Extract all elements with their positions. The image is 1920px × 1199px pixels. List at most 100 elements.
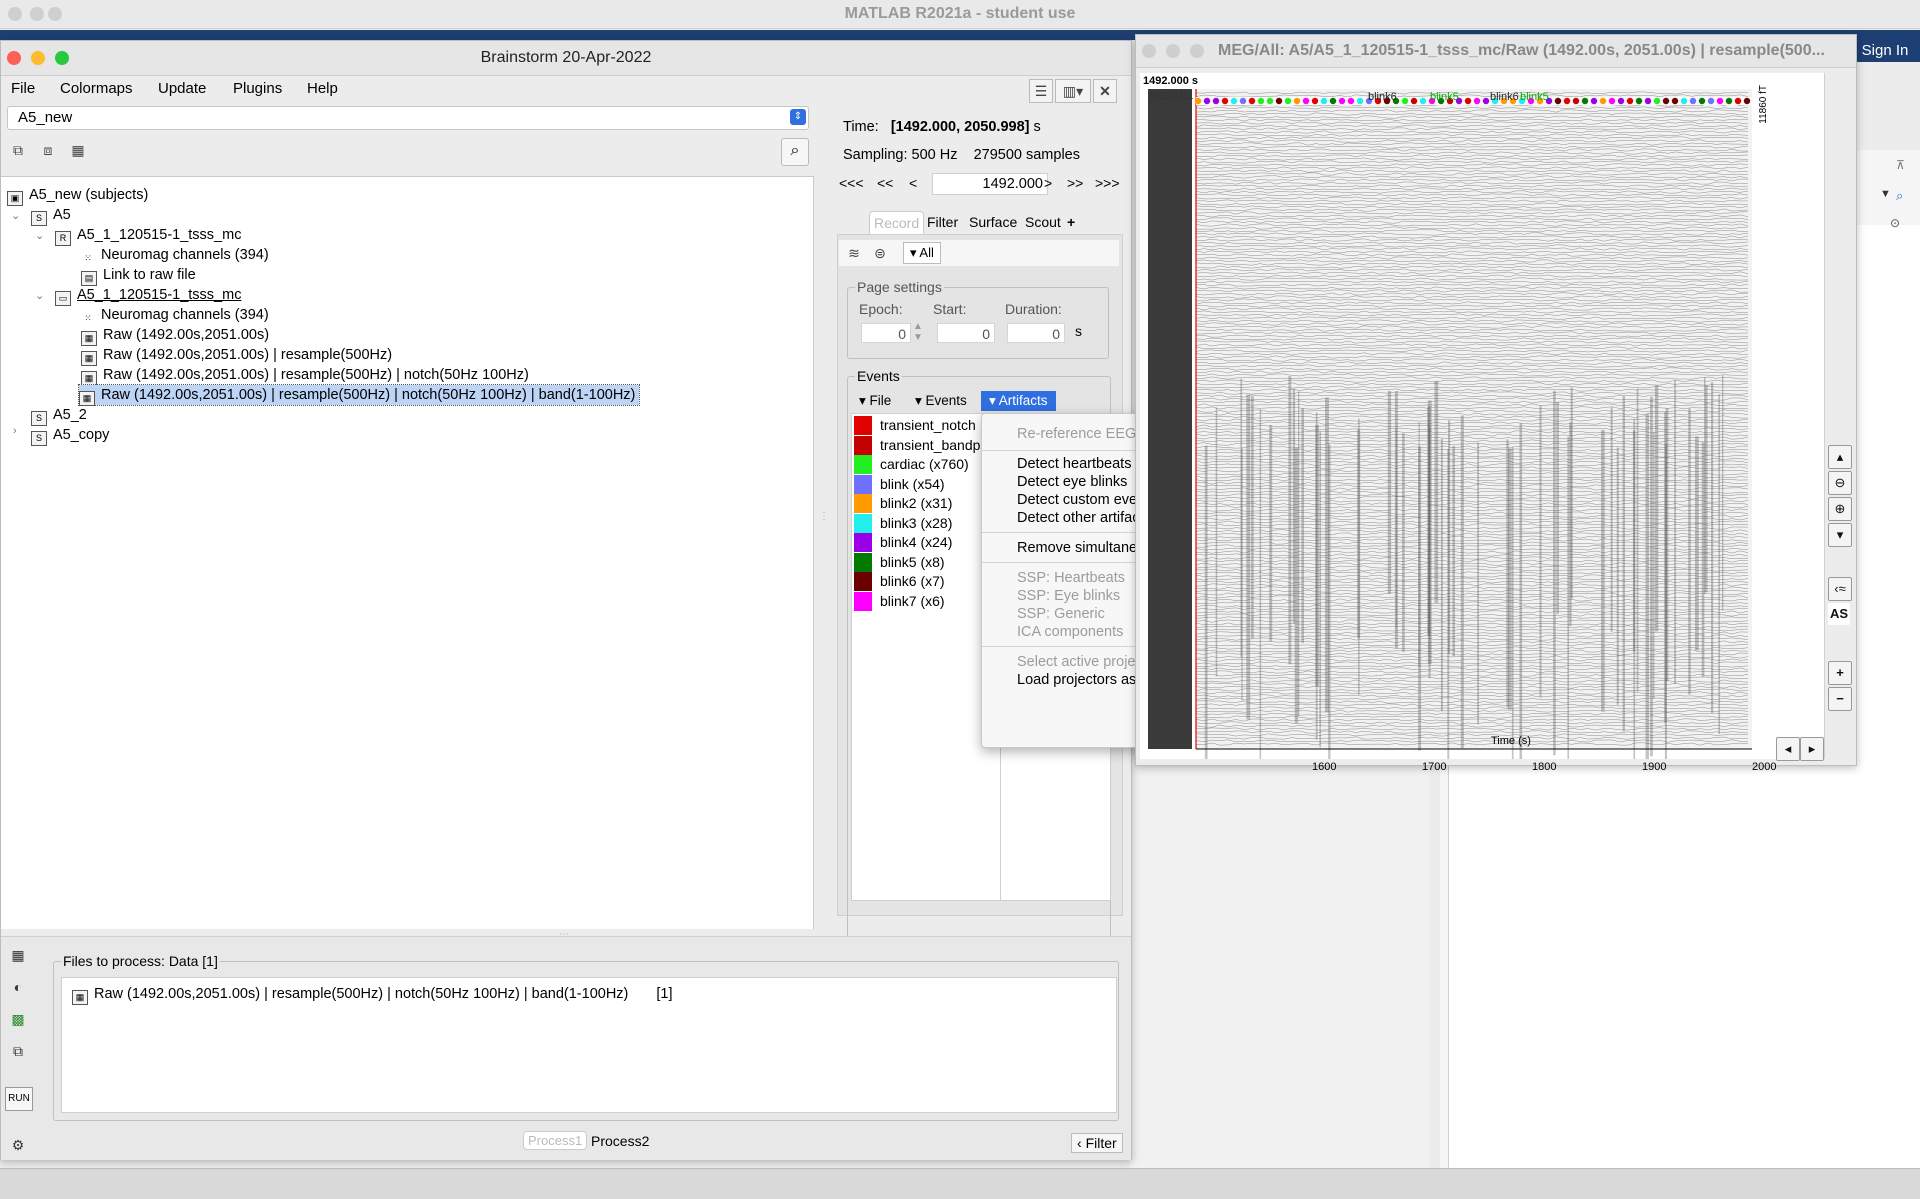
- prev-button[interactable]: <: [909, 175, 917, 191]
- meg-close-button[interactable]: [1142, 44, 1156, 58]
- tree-subject-a5-copy[interactable]: S A5_copy: [31, 425, 109, 446]
- meg-signal-canvas[interactable]: [1140, 73, 1824, 759]
- meg-time-series-plot[interactable]: 1492.000 s MEG0111 11860 fT blink6 blink…: [1140, 73, 1825, 773]
- list-view-icon[interactable]: ☰: [1029, 79, 1053, 103]
- menu-ssp-heartbeats[interactable]: SSP: Heartbeats: [1017, 570, 1125, 586]
- gain-decrease-button[interactable]: −: [1828, 687, 1852, 711]
- display-options-icon[interactable]: ‹≈: [1828, 577, 1852, 601]
- tree-raw-4-selected[interactable]: ▦ Raw (1492.00s,2051.00s) | resample(500H…: [77, 384, 641, 406]
- tree-channels[interactable]: ⁙ Neuromag channels (394): [81, 245, 268, 265]
- tree-subject-a5-2[interactable]: S A5_2: [31, 405, 87, 426]
- menu-detect-heartbeats[interactable]: Detect heartbeats: [1017, 456, 1131, 472]
- expand-icon[interactable]: ⊙: [1890, 216, 1906, 232]
- events-events-menu[interactable]: ▾ Events: [911, 391, 971, 411]
- current-time-field[interactable]: 1492.000: [932, 173, 1048, 195]
- close-all-icon[interactable]: ✕: [1093, 79, 1117, 103]
- meg-minimize-button[interactable]: [1166, 44, 1180, 58]
- collapse-icon[interactable]: ⊼: [1896, 158, 1912, 174]
- event-color-swatch[interactable]: [854, 591, 872, 611]
- prev-big-button[interactable]: <<: [877, 175, 893, 191]
- study-view-icon[interactable]: ▦: [67, 139, 89, 161]
- search-icon[interactable]: ⌕: [1896, 188, 1912, 204]
- functional-view-icon[interactable]: ⧉: [7, 139, 29, 161]
- events-artifacts-menu[interactable]: ▾ Artifacts: [981, 391, 1056, 411]
- event-color-swatch[interactable]: [854, 416, 872, 435]
- menu-file[interactable]: File: [11, 80, 35, 97]
- display-mode-icon[interactable]: ≋: [843, 242, 865, 264]
- tree-link-raw[interactable]: ▤ Link to raw file: [81, 265, 196, 286]
- event-color-swatch[interactable]: [854, 494, 872, 513]
- event-color-swatch[interactable]: [854, 552, 872, 572]
- menu-update[interactable]: Update: [158, 80, 206, 97]
- splitter-dots-icon[interactable]: ⋯: [559, 929, 569, 940]
- tree-subject-a5[interactable]: S A5: [31, 205, 71, 226]
- last-page-button[interactable]: >>>: [1095, 175, 1120, 191]
- caret-right-icon[interactable]: ›: [13, 425, 17, 437]
- select-arrows-icon[interactable]: ⇕: [790, 109, 806, 125]
- menu-help[interactable]: Help: [307, 80, 338, 97]
- search-icon[interactable]: ⌕: [781, 138, 809, 166]
- epoch-field[interactable]: 0: [861, 323, 911, 343]
- anatomy-view-icon[interactable]: ⧈: [37, 139, 59, 161]
- menu-ica-components[interactable]: ICA components: [1017, 624, 1123, 640]
- events-file-menu[interactable]: ▾ File: [855, 391, 895, 411]
- gfp-icon[interactable]: ⊜: [869, 242, 891, 264]
- pipeline-icon[interactable]: ⚙: [7, 1137, 29, 1157]
- tree-raw-3[interactable]: ▦ Raw (1492.00s,2051.00s) | resample(500H…: [81, 365, 529, 386]
- autoscale-button[interactable]: AS: [1828, 603, 1850, 625]
- process-timefreq-icon[interactable]: ▩: [7, 1011, 29, 1031]
- tab-add[interactable]: +: [1063, 211, 1079, 233]
- tab-filter[interactable]: Filter: [923, 211, 962, 233]
- layout-icon[interactable]: ▥▾: [1055, 79, 1091, 103]
- first-page-button[interactable]: <<<: [839, 175, 864, 191]
- tab-scout[interactable]: Scout: [1021, 211, 1065, 233]
- event-color-swatch[interactable]: [854, 435, 872, 455]
- tree-channels-2[interactable]: ⁙ Neuromag channels (394): [81, 305, 268, 325]
- tree-raw-2[interactable]: ▦ Raw (1492.00s,2051.00s) | resample(500H…: [81, 345, 392, 366]
- zoom-in-icon[interactable]: ⊕: [1828, 497, 1852, 521]
- run-button[interactable]: RUN: [5, 1087, 33, 1111]
- tab-surface[interactable]: Surface: [965, 211, 1021, 233]
- splitter-handle[interactable]: ⋮: [819, 511, 829, 531]
- duration-field[interactable]: 0: [1007, 323, 1065, 343]
- menu-colormaps[interactable]: Colormaps: [60, 80, 133, 97]
- menu-reref-eeg[interactable]: Re-reference EEG: [1017, 426, 1136, 442]
- tree-root[interactable]: ▣ A5_new (subjects): [7, 185, 148, 206]
- event-color-swatch[interactable]: [854, 513, 872, 533]
- process-matrix-icon[interactable]: ⧉: [7, 1043, 29, 1063]
- page-next-button[interactable]: ▸: [1800, 737, 1824, 761]
- scroll-down-button[interactable]: ▾: [1828, 523, 1852, 547]
- menu-detect-other-artifacts[interactable]: Detect other artifacts: [1017, 510, 1151, 526]
- dropdown-arrow-icon[interactable]: ▼: [1880, 188, 1896, 204]
- filter-button[interactable]: ‹ Filter: [1071, 1133, 1123, 1153]
- process-file-item[interactable]: ▦ Raw (1492.00s,2051.00s) | resample(500H…: [72, 984, 673, 1005]
- tree-raw-1[interactable]: ▦ Raw (1492.00s,2051.00s): [81, 325, 269, 346]
- gain-increase-button[interactable]: +: [1828, 661, 1852, 685]
- next-big-button[interactable]: >>: [1067, 175, 1083, 191]
- page-prev-button[interactable]: ◂: [1776, 737, 1800, 761]
- tree-folder-raw[interactable]: R A5_1_120515-1_tsss_mc: [55, 225, 241, 246]
- epoch-stepper-icon[interactable]: ▲ ▼: [913, 321, 923, 343]
- menu-ssp-generic[interactable]: SSP: Generic: [1017, 606, 1105, 622]
- menu-detect-eye-blinks[interactable]: Detect eye blinks: [1017, 474, 1127, 490]
- caret-down-icon[interactable]: ⌄: [35, 229, 44, 242]
- protocol-select[interactable]: A5_new ⇕: [7, 106, 809, 130]
- caret-down-icon[interactable]: ⌄: [35, 289, 44, 302]
- menu-ssp-eye-blinks[interactable]: SSP: Eye blinks: [1017, 588, 1120, 604]
- process-data-icon[interactable]: ▦: [7, 947, 29, 967]
- tab-process1[interactable]: Process1: [523, 1131, 588, 1150]
- tree-folder-2[interactable]: ▭ A5_1_120515-1_tsss_mc: [55, 285, 241, 306]
- start-field[interactable]: 0: [937, 323, 995, 343]
- event-color-swatch[interactable]: [854, 533, 872, 552]
- process-sources-icon[interactable]: ◐: [7, 979, 29, 999]
- sign-in-button[interactable]: Sign In: [1850, 40, 1920, 62]
- event-color-swatch[interactable]: [854, 455, 872, 474]
- tab-record[interactable]: Record: [869, 211, 925, 234]
- tab-process2[interactable]: Process2: [591, 1133, 649, 1149]
- meg-zoom-button[interactable]: [1190, 44, 1204, 58]
- scroll-up-button[interactable]: ▴: [1828, 445, 1852, 469]
- event-color-swatch[interactable]: [854, 572, 872, 591]
- event-color-swatch[interactable]: [854, 474, 872, 494]
- menu-plugins[interactable]: Plugins: [233, 80, 282, 97]
- zoom-out-icon[interactable]: ⊖: [1828, 471, 1852, 495]
